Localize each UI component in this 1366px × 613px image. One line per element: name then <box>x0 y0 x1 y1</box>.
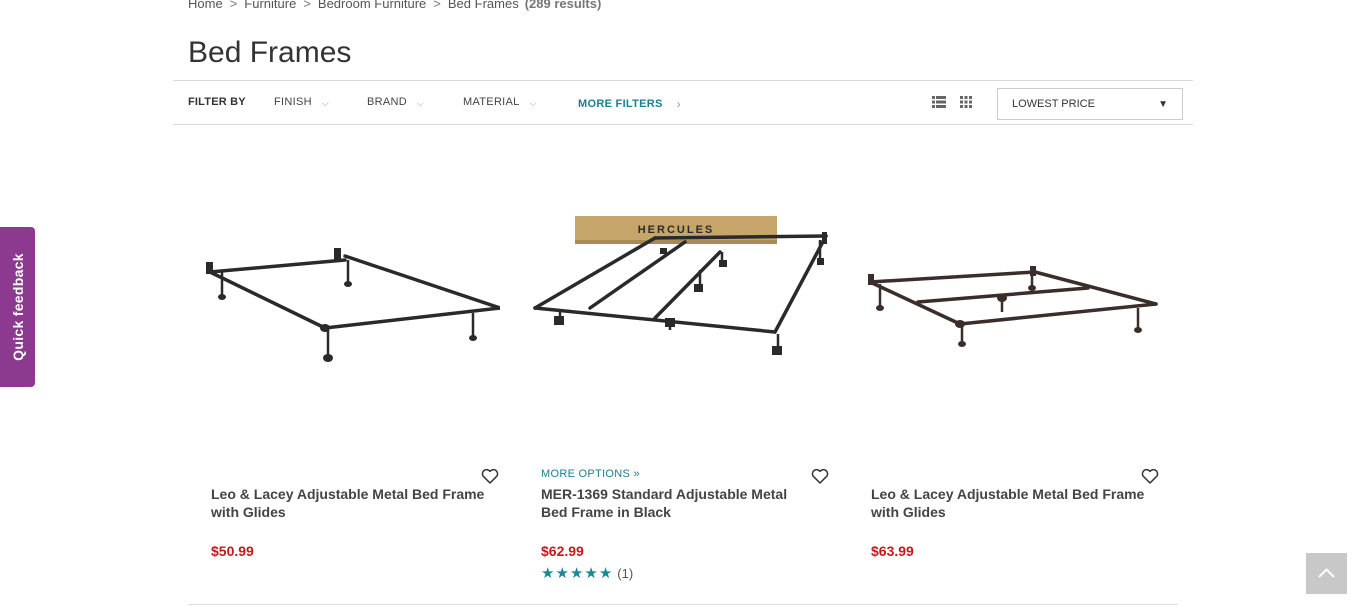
more-filters-button[interactable]: MORE FILTERS › <box>578 96 681 111</box>
more-options-link[interactable]: MORE OPTIONS » <box>541 468 640 480</box>
sort-select[interactable]: LOWEST PRICE ▼ <box>997 88 1183 120</box>
chevron-down-icon: ⌵ <box>529 98 537 108</box>
product-name[interactable]: Leo & Lacey Adjustable Metal Bed Frame w… <box>211 485 501 521</box>
quick-feedback-tab[interactable]: Quick feedback <box>0 227 35 387</box>
breadcrumb-separator: > <box>433 0 441 11</box>
product-name-line: with Glides <box>211 504 286 520</box>
heart-icon[interactable] <box>1141 468 1159 484</box>
sort-selected-value: LOWEST PRICE <box>1012 98 1095 110</box>
back-to-top-button[interactable] <box>1306 553 1347 594</box>
product-price: $62.99 <box>541 543 584 559</box>
chevron-down-icon: ⌵ <box>417 98 425 108</box>
filter-brand-label: BRAND <box>367 96 408 108</box>
filter-finish[interactable]: FINISH ⌵ <box>274 96 329 108</box>
breadcrumb-home[interactable]: Home <box>188 0 223 11</box>
star-icon: ★ <box>541 565 555 582</box>
product-image[interactable]: HERCULES <box>530 160 830 420</box>
product-name-line: Leo & Lacey Adjustable Metal Bed Frame <box>871 486 1145 502</box>
list-view-icon[interactable] <box>932 96 946 108</box>
chevron-down-icon: ⌵ <box>321 98 329 108</box>
product-name-line: Bed Frame in Black <box>541 504 671 520</box>
star-rating[interactable]: ★ ★ ★ ★ ★ (1) <box>541 566 633 581</box>
more-filters-label: MORE FILTERS <box>578 98 663 110</box>
breadcrumb-separator: > <box>229 0 238 11</box>
filter-brand[interactable]: BRAND ⌵ <box>367 96 424 108</box>
breadcrumb-separator: > <box>303 0 311 11</box>
chevron-right-icon: › <box>676 97 681 111</box>
chevron-up-icon <box>1318 568 1335 578</box>
star-icon: ★ <box>598 565 613 582</box>
product-name[interactable]: MER-1369 Standard Adjustable Metal Bed F… <box>541 485 831 521</box>
breadcrumb-bed-frames[interactable]: Bed Frames <box>448 0 519 11</box>
filter-material[interactable]: MATERIAL ⌵ <box>463 96 537 108</box>
product-price: $63.99 <box>871 543 914 559</box>
product-name-line: MER-1369 Standard Adjustable Metal <box>541 486 788 502</box>
product-name-line: Leo & Lacey Adjustable Metal Bed Frame <box>211 486 485 502</box>
page-title: Bed Frames <box>188 36 352 69</box>
star-icon: ★ <box>555 565 569 582</box>
heart-icon[interactable] <box>811 468 829 484</box>
product-image[interactable] <box>200 160 500 420</box>
breadcrumb-bedroom-furniture[interactable]: Bedroom Furniture <box>318 0 426 11</box>
chevron-down-icon: ▼ <box>1158 98 1168 110</box>
heart-icon[interactable] <box>481 468 499 484</box>
breadcrumb: Home > Furniture > Bedroom Furniture > Bed Fra… <box>188 0 601 11</box>
filter-material-label: MATERIAL <box>463 96 520 108</box>
quick-feedback-label: Quick feedback <box>9 253 26 361</box>
filter-by-label: FILTER BY <box>188 96 246 108</box>
product-price: $50.99 <box>211 543 254 559</box>
product-name-line: with Glides <box>871 504 946 520</box>
star-icon: ★ <box>569 565 584 582</box>
results-count: (289 results) <box>524 0 602 11</box>
product-name[interactable]: Leo & Lacey Adjustable Metal Bed Frame w… <box>871 485 1161 521</box>
filter-bar: FILTER BY FINISH ⌵ BRAND ⌵ MATERIAL ⌵ MORE … <box>173 80 1193 125</box>
box-brand-label: HERCULES <box>638 224 715 236</box>
star-icon: ★ <box>584 565 598 582</box>
grid-view-icon[interactable] <box>960 96 972 108</box>
divider <box>188 604 1178 605</box>
breadcrumb-furniture[interactable]: Furniture <box>244 0 296 11</box>
filter-finish-label: FINISH <box>274 96 312 108</box>
product-image[interactable] <box>860 160 1160 420</box>
review-count: (1) <box>617 566 634 581</box>
